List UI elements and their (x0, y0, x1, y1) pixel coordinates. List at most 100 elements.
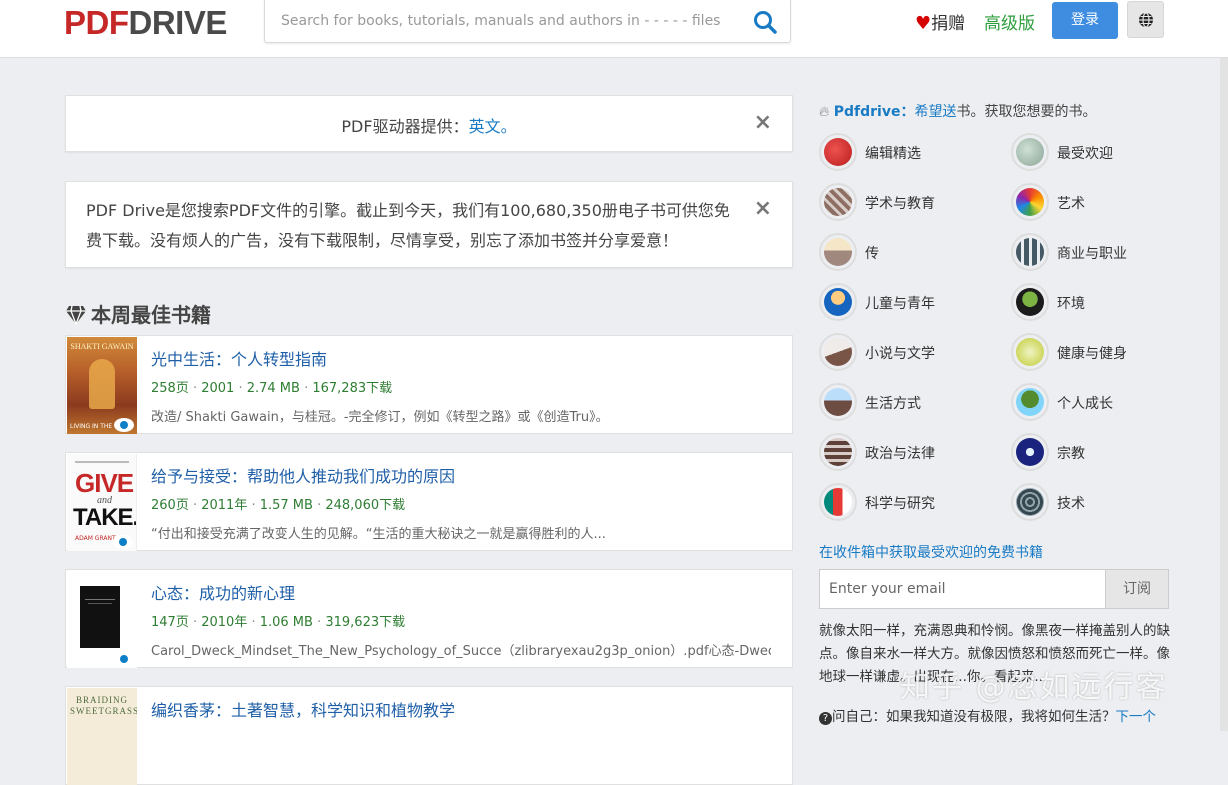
category-academic[interactable]: 学术与教育 (819, 183, 999, 221)
book-item[interactable]: 心态：成功的新心理 147页 · 2010年 · 1.06 MB · 319,6… (65, 569, 793, 668)
eye-icon[interactable] (114, 418, 134, 432)
sidebar-tagline: 🔥︎ Pdfdrive：希望送书。获取您想要的书。 (819, 101, 1096, 121)
eye-icon[interactable] (114, 652, 134, 666)
book-cover[interactable]: SHAKTI GAWAIN LIVING IN THE (67, 337, 137, 434)
tagline-brand: Pdfdrive： (833, 104, 915, 120)
book-title[interactable]: 给予与接受：帮助他人推动我们成功的原因 (151, 463, 455, 487)
book-cover[interactable] (67, 571, 137, 668)
category-image (1011, 283, 1049, 321)
subscribe-button[interactable]: 订阅 (1105, 569, 1169, 609)
category-editors-pick[interactable]: 编辑精选 (819, 133, 999, 171)
category-image-swatch (1016, 238, 1044, 266)
category-politics-law[interactable]: 政治与法律 (819, 433, 999, 471)
book-downloads: 248,060下载 (325, 498, 406, 513)
search-box (264, 0, 791, 43)
category-image-swatch (1016, 338, 1044, 366)
search-input[interactable] (279, 11, 729, 31)
category-image-swatch (824, 288, 852, 316)
globe-icon (1139, 12, 1153, 28)
book-meta: 260页 · 2011年 · 1.57 MB · 248,060下载 (151, 498, 406, 513)
logo-part-pdf: PDF (64, 4, 129, 41)
premium-link[interactable]: 高级版 (984, 9, 1035, 34)
category-religion[interactable]: 宗教 (1011, 433, 1191, 471)
category-most-popular[interactable]: 最受欢迎 (1011, 133, 1191, 171)
login-button[interactable]: 登录 (1052, 2, 1118, 39)
language-notice-prefix: PDF驱动器提供： (341, 117, 469, 136)
tagline-text: 书。获取您想要的书。 (956, 104, 1097, 120)
language-button[interactable] (1127, 1, 1164, 38)
book-downloads: 319,623下载 (325, 615, 406, 630)
donate-link[interactable]: ♥捐赠 (915, 9, 965, 34)
book-title[interactable]: 心态：成功的新心理 (151, 580, 295, 604)
book-description: 改造/ Shakti Gawain，与桂冠。-完全修订，例如《转型之路》或《创造… (151, 410, 609, 425)
category-image (819, 233, 857, 271)
category-fiction[interactable]: 小说与文学 (819, 333, 999, 371)
category-label: 生活方式 (865, 396, 921, 412)
book-item[interactable]: SHAKTI GAWAIN LIVING IN THE 光中生活：个人转型指南 … (65, 335, 793, 434)
watermark: 知乎 @忽如远行客 (900, 670, 1168, 705)
newsletter-title[interactable]: 在收件箱中获取最受欢迎的免费书籍 (819, 542, 1043, 562)
top-header: PDFDRIVE ♥捐赠 高级版 登录 (0, 0, 1228, 58)
donate-label: 捐赠 (931, 14, 966, 34)
category-image (1011, 233, 1049, 271)
category-health[interactable]: 健康与健身 (1011, 333, 1191, 371)
question-line: ? 问自己：如果我知道没有极限，我将如何生活？下一个 (819, 705, 1156, 725)
category-business[interactable]: 商业与职业 (1011, 233, 1191, 271)
heart-icon: ♥ (915, 13, 932, 34)
category-image-swatch (824, 488, 852, 516)
close-icon[interactable]: × (754, 110, 772, 135)
email-input[interactable] (819, 569, 1106, 609)
category-environment[interactable]: 环境 (1011, 283, 1191, 321)
intro-notice-text: PDF Drive是您搜索PDF文件的引擎。截止到今天，我们有100,680,3… (86, 201, 730, 250)
category-art[interactable]: 艺术 (1011, 183, 1191, 221)
book-cover[interactable]: GIVE and TAKE. ADAM GRANT (67, 454, 137, 551)
scrollbar[interactable] (1220, 58, 1228, 731)
category-image-swatch (1016, 288, 1044, 316)
category-image-swatch (824, 388, 852, 416)
category-label: 学术与教育 (865, 196, 935, 212)
book-title[interactable]: 编织香茅：土著智慧，科学知识和植物教学 (151, 697, 455, 721)
category-image (819, 183, 857, 221)
category-technology[interactable]: 技术 (1011, 483, 1191, 521)
book-title[interactable]: 光中生活：个人转型指南 (151, 346, 327, 370)
category-image-swatch (824, 338, 852, 366)
next-link[interactable]: 下一个 (1116, 709, 1157, 725)
cover-title-text: BRAIDING SWEETGRASS (70, 695, 137, 716)
category-image (819, 383, 857, 421)
book-downloads: 167,283下载 (312, 381, 393, 396)
category-children[interactable]: 儿童与青年 (819, 283, 999, 321)
category-label: 最受欢迎 (1057, 146, 1113, 162)
category-image-swatch (1016, 388, 1044, 416)
english-link[interactable]: 英文。 (469, 117, 517, 136)
search-icon[interactable] (752, 9, 778, 35)
book-pages: 260页 (151, 498, 189, 513)
close-icon[interactable]: × (754, 196, 772, 221)
book-year: 2010年 (201, 615, 248, 630)
category-label: 商业与职业 (1057, 246, 1127, 262)
book-year: 2011年 (201, 498, 248, 513)
cover-title-take: TAKE. (73, 504, 137, 531)
book-cover[interactable]: BRAIDING SWEETGRASS (67, 688, 137, 785)
book-item[interactable]: BRAIDING SWEETGRASS 编织香茅：土著智慧，科学知识和植物教学 (65, 686, 793, 785)
tagline-link[interactable]: 希望送 (914, 104, 956, 120)
book-item[interactable]: GIVE and TAKE. ADAM GRANT 给予与接受：帮助他人推动我们… (65, 452, 793, 551)
category-label: 宗教 (1057, 446, 1085, 462)
category-label: 艺术 (1057, 196, 1085, 212)
category-biography[interactable]: 传 (819, 233, 999, 271)
pdfdrive-logo[interactable]: PDFDRIVE (64, 4, 227, 42)
category-label: 政治与法律 (865, 446, 935, 462)
category-science[interactable]: 科学与研究 (819, 483, 999, 521)
eye-icon[interactable] (113, 535, 133, 549)
category-image (1011, 433, 1049, 471)
category-image-swatch (1016, 438, 1044, 466)
category-image-swatch (824, 188, 852, 216)
category-label: 编辑精选 (865, 146, 921, 162)
category-image (1011, 483, 1049, 521)
category-label: 技术 (1057, 496, 1085, 512)
category-lifestyle[interactable]: 生活方式 (819, 383, 999, 421)
category-image (1011, 333, 1049, 371)
book-pages: 258页 (151, 381, 189, 396)
diamond-icon (66, 305, 86, 326)
language-notice-text: PDF驱动器提供：英文。 (66, 113, 792, 137)
category-personal-growth[interactable]: 个人成长 (1011, 383, 1191, 421)
